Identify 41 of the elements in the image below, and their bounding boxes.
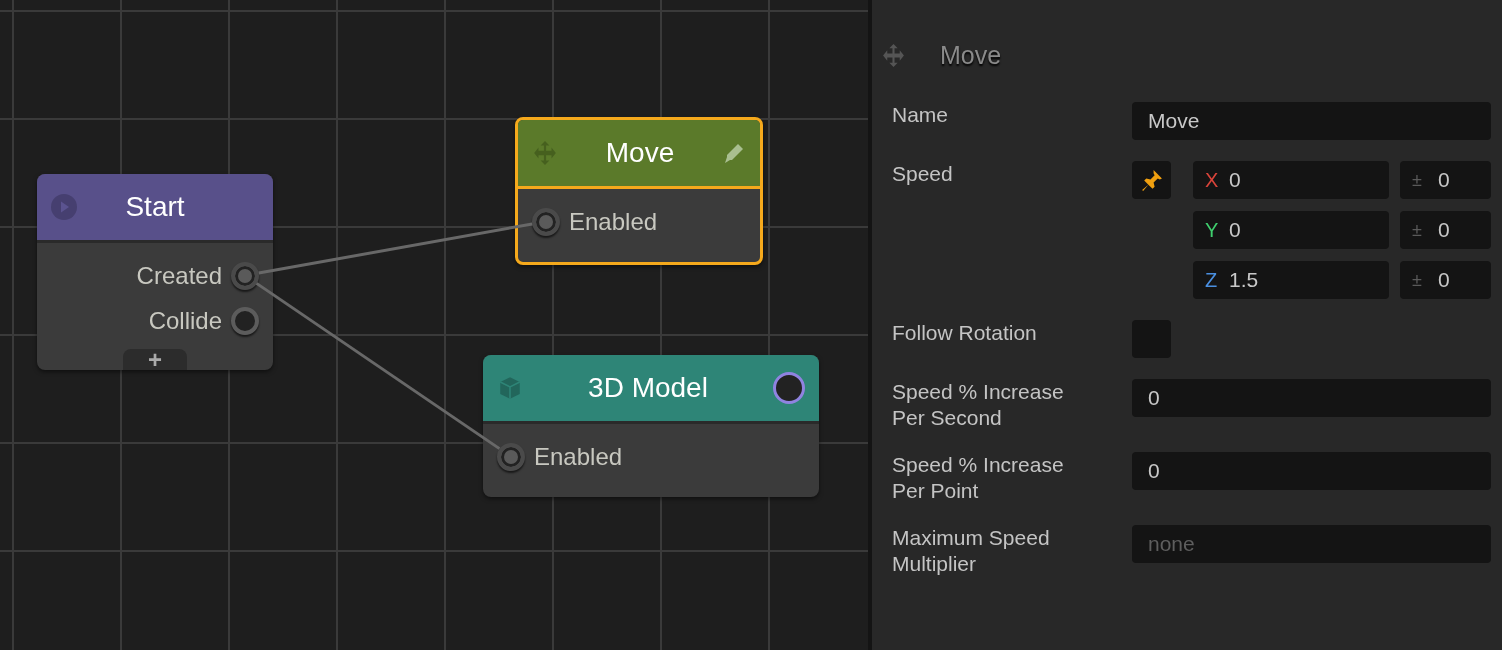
connection-line[interactable] (255, 282, 501, 450)
graph-node[interactable]: Start Created Collide + (37, 174, 273, 370)
output-socket[interactable] (773, 372, 805, 404)
connection-line[interactable] (258, 222, 533, 275)
pencil-icon[interactable] (722, 141, 746, 165)
axis-label: Z (1205, 269, 1218, 291)
node-title: Move (604, 137, 676, 169)
text-field[interactable]: Move (1132, 102, 1491, 140)
property-label: Speed (892, 161, 954, 187)
play-icon (51, 194, 77, 220)
axis-label: Y (1205, 219, 1219, 241)
text-field[interactable]: 0 (1132, 379, 1491, 417)
node-title: 3D Model (587, 372, 709, 404)
port-label: Enabled (534, 442, 623, 471)
cube-icon (497, 375, 523, 401)
panel-title: Move (940, 40, 1002, 70)
pin-button[interactable] (1132, 161, 1171, 199)
text-field[interactable]: 0 (1132, 452, 1491, 490)
output-socket[interactable] (231, 306, 259, 335)
plus-minus-label: ± (1412, 269, 1422, 291)
graph-node[interactable]: Move Enabled (515, 117, 763, 265)
node-title: Start (124, 191, 186, 223)
property-label: Speed % Increase Per Point (892, 452, 1065, 504)
output-socket[interactable] (231, 261, 259, 290)
port-label: Enabled (569, 207, 658, 236)
property-label: Name (892, 102, 950, 128)
port-label: Collide (148, 306, 222, 335)
graph-node[interactable]: 3D Model Enabled (483, 355, 819, 497)
port-label: Created (136, 261, 222, 290)
plus-minus-label: ± (1412, 169, 1422, 191)
property-label: Follow Rotation (892, 320, 1038, 346)
input-socket[interactable] (497, 442, 525, 471)
plus-minus-label: ± (1412, 219, 1422, 241)
property-label: Maximum Speed Multiplier (892, 525, 1051, 577)
move-icon (532, 140, 558, 166)
add-port-button[interactable]: + (123, 349, 187, 370)
text-field[interactable]: none (1132, 525, 1491, 563)
property-label: Speed % Increase Per Second (892, 379, 1065, 431)
input-socket[interactable] (532, 207, 560, 236)
axis-label: X (1205, 169, 1219, 191)
move-icon (881, 42, 906, 68)
